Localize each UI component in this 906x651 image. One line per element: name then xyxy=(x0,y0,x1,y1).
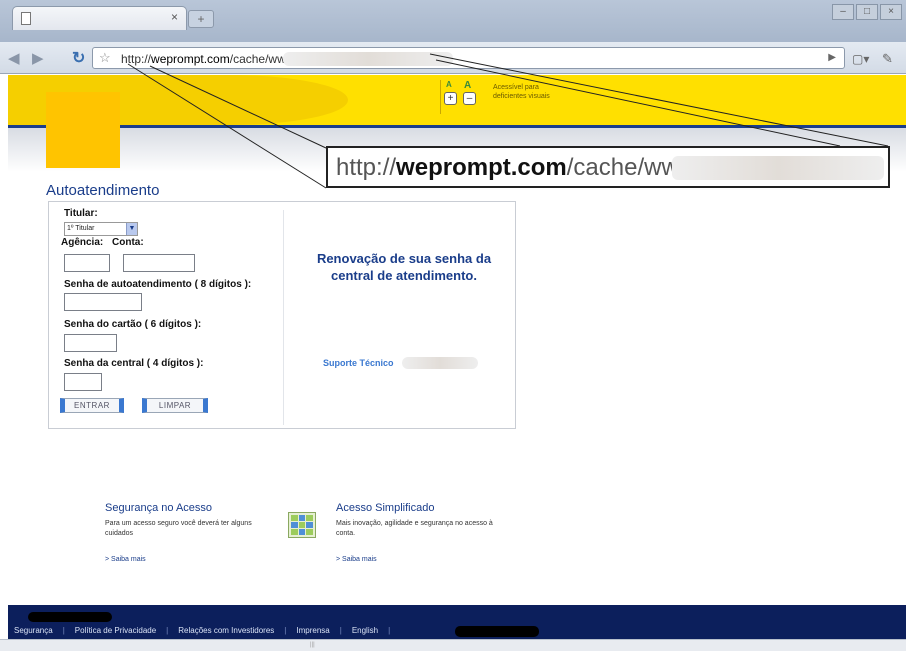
footer-separator: | xyxy=(166,626,169,635)
zoomed-url-callout: http://weprompt.com/cache/www. xyxy=(326,146,890,188)
senha-auto-field[interactable] xyxy=(64,293,142,311)
url-text[interactable]: http://weprompt.com/cache/www. xyxy=(121,52,297,66)
footer-separator: | xyxy=(284,626,287,635)
promo-link-simplified[interactable]: > Saiba mais xyxy=(336,556,377,563)
browser-toolbar: ◀ ▶ ↻ ☆ http://weprompt.com/cache/www. ▶… xyxy=(0,42,906,74)
font-small-letter: A xyxy=(446,80,452,89)
zoomed-url-prefix: http:// xyxy=(336,154,397,181)
horizontal-scrollbar[interactable]: ||| xyxy=(0,639,906,651)
close-tab-icon[interactable]: × xyxy=(171,10,178,24)
panel-divider xyxy=(283,210,284,425)
agencia-label: Agência: xyxy=(61,237,104,248)
bookmark-star-icon[interactable]: ☆ xyxy=(99,50,111,66)
window-controls: – □ × xyxy=(832,4,902,20)
close-window-button[interactable]: × xyxy=(880,4,902,20)
senha-auto-label: Senha de autoatendimento ( 8 dígitos ): xyxy=(64,279,252,290)
scrollbar-grip[interactable]: ||| xyxy=(310,642,315,648)
footer-link-investidores[interactable]: Relações com Investidores xyxy=(178,626,274,635)
conta-label: Conta: xyxy=(112,237,144,248)
promo-title-simplified[interactable]: Acesso Simplificado xyxy=(336,502,434,514)
bank-logo[interactable] xyxy=(46,92,120,168)
footer-link-imprensa[interactable]: Imprensa xyxy=(296,626,329,635)
font-large-letter: A xyxy=(464,80,472,91)
go-icon[interactable]: ▶ xyxy=(828,52,836,63)
footer-link-seguranca[interactable]: Segurança xyxy=(14,626,53,635)
page-icon xyxy=(21,12,31,25)
back-arrow-icon[interactable]: ◀ xyxy=(8,49,20,67)
footer-separator: | xyxy=(62,626,65,635)
accessibility-widget: A A + – Acessível para deficientes visua… xyxy=(440,80,550,114)
footer-links: Segurança | Política de Privacidade | Re… xyxy=(14,626,400,635)
browser-tab[interactable]: × xyxy=(12,6,187,30)
titular-label: Titular: xyxy=(64,208,98,219)
entrar-button[interactable]: ENTRAR xyxy=(60,398,124,413)
footer-redaction-2 xyxy=(455,626,539,637)
page-title: Autoatendimento xyxy=(46,182,160,199)
senha-central-field[interactable] xyxy=(64,373,102,391)
limpar-button[interactable]: LIMPAR xyxy=(142,398,208,413)
footer-redaction xyxy=(28,612,112,622)
promo-title-security[interactable]: Segurança no Acesso xyxy=(105,502,212,514)
url-redaction xyxy=(283,52,453,66)
wrench-icon[interactable]: ✎ xyxy=(882,51,893,67)
zoomed-url-redaction xyxy=(672,156,884,180)
conta-field[interactable] xyxy=(123,254,195,272)
reload-icon[interactable]: ↻ xyxy=(72,48,85,68)
browser-titlebar: × + – □ × xyxy=(0,0,906,42)
agencia-field[interactable] xyxy=(64,254,110,272)
minimize-button[interactable]: – xyxy=(832,4,854,20)
promo-link-security[interactable]: > Saiba mais xyxy=(105,556,146,563)
page-menu-icon[interactable]: ▢▾ xyxy=(852,52,869,66)
titular-select[interactable]: 1º Titular ▼ xyxy=(64,222,138,236)
zoomed-url-domain: weprompt.com xyxy=(396,154,567,181)
grid-icon xyxy=(288,512,316,538)
senha-central-label: Senha da central ( 4 dígitos ): xyxy=(64,358,204,369)
url-prefix: http:// xyxy=(121,52,152,66)
chevron-down-icon[interactable]: ▼ xyxy=(126,223,137,235)
password-renewal-link[interactable]: Renovação de sua senha da central de ate… xyxy=(296,250,512,284)
promo-text-security: Para um acesso seguro você deverá ter al… xyxy=(105,520,252,537)
senha-cartao-label: Senha do cartão ( 6 dígitos ): xyxy=(64,319,202,330)
increase-font-button[interactable]: + xyxy=(444,92,457,105)
address-bar[interactable]: ☆ http://weprompt.com/cache/www. ▶ xyxy=(92,47,845,69)
footer-link-privacidade[interactable]: Política de Privacidade xyxy=(75,626,156,635)
titular-select-value: 1º Titular xyxy=(67,225,95,232)
zoomed-url-text: http://weprompt.com/cache/www. xyxy=(336,154,701,182)
support-link[interactable]: Suporte Técnico xyxy=(323,358,394,368)
footer-separator: | xyxy=(339,626,342,635)
url-domain: weprompt.com xyxy=(151,52,230,66)
accessibility-link[interactable]: Acessível para deficientes visuais xyxy=(493,83,573,101)
decrease-font-button[interactable]: – xyxy=(463,92,476,105)
new-tab-button[interactable]: + xyxy=(188,10,214,28)
promo-text-simplified: Mais inovação, agilidade e segurança no … xyxy=(336,520,493,537)
forward-arrow-icon[interactable]: ▶ xyxy=(32,49,44,67)
maximize-button[interactable]: □ xyxy=(856,4,878,20)
support-redaction xyxy=(402,357,478,369)
senha-cartao-field[interactable] xyxy=(64,334,117,352)
footer-link-english[interactable]: English xyxy=(352,626,378,635)
footer-separator: | xyxy=(388,626,391,635)
